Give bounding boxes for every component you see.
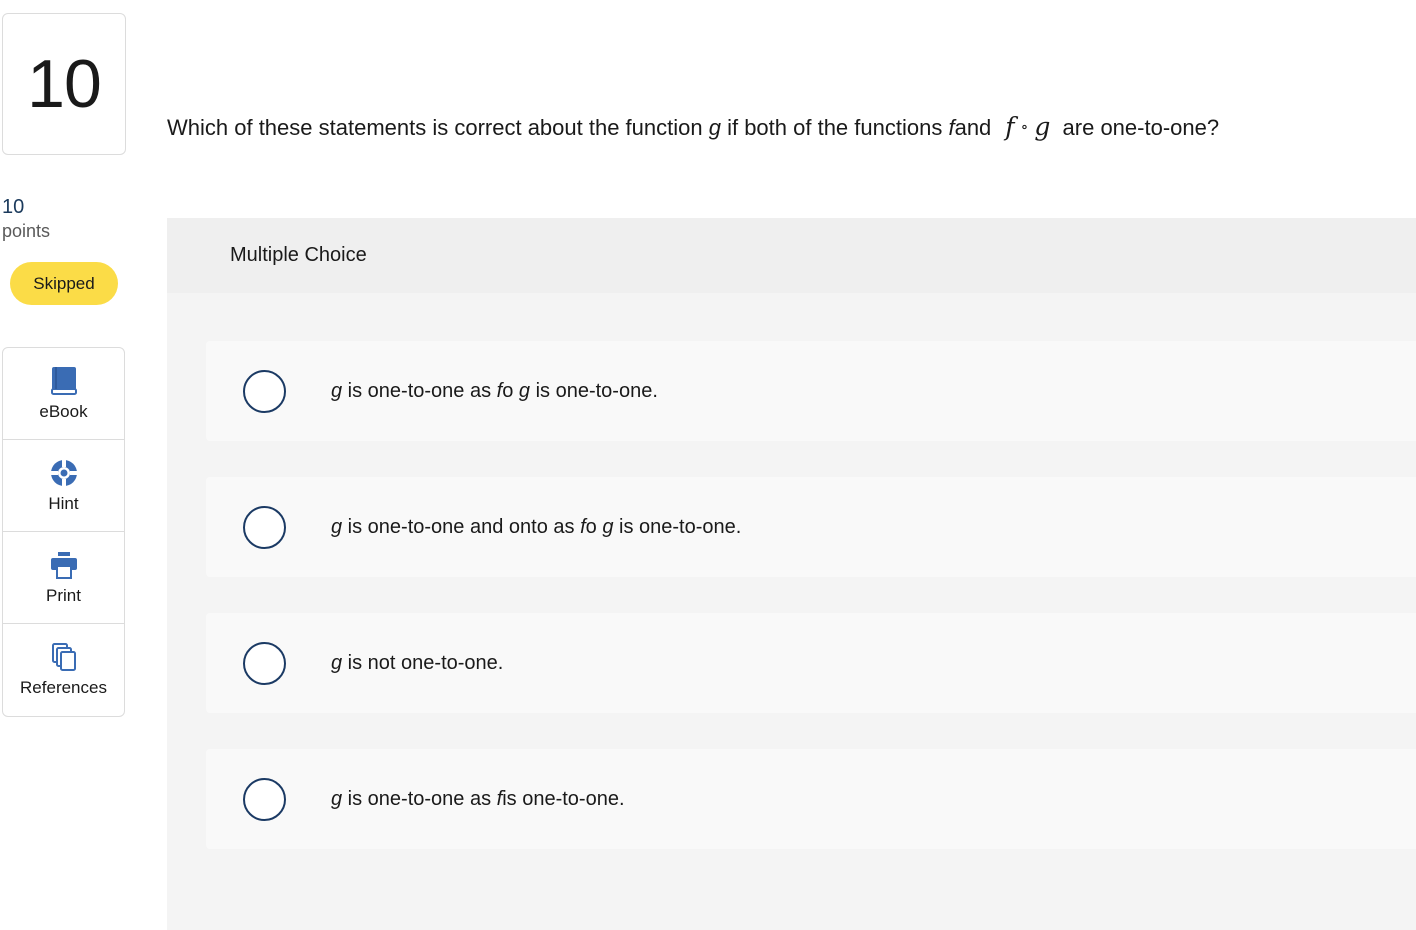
choice-text: g is one-to-one as fo g is one-to-one. xyxy=(331,341,658,441)
composition-operator: o xyxy=(502,379,519,402)
print-label: Print xyxy=(46,585,81,605)
answer-type-header: Multiple Choice xyxy=(167,218,1416,293)
question-number-box: 10 xyxy=(2,13,126,155)
choice-text-part: is one-to-one as xyxy=(342,379,497,402)
choice-text-part: is one-to-one and onto as xyxy=(342,515,581,538)
references-button[interactable]: References xyxy=(3,624,124,716)
choice-option-3[interactable]: g is not one-to-one. xyxy=(206,613,1416,713)
question-text-part: and xyxy=(954,115,992,140)
answer-panel: Multiple Choice g is one-to-one as fo g … xyxy=(167,218,1416,930)
documents-icon xyxy=(49,642,79,672)
var-g: g xyxy=(331,515,343,538)
choice-option-1[interactable]: g is one-to-one as fo g is one-to-one. xyxy=(206,341,1416,441)
radio-button[interactable] xyxy=(243,370,286,413)
choice-option-4[interactable]: g is one-to-one as f is one-to-one. xyxy=(206,749,1416,849)
points-value: 10 xyxy=(2,196,25,218)
choice-option-2[interactable]: g is one-to-one and onto as fo g is one-… xyxy=(206,477,1416,577)
var-g: g xyxy=(331,787,343,810)
lifebuoy-icon xyxy=(49,458,79,488)
choice-text-part: is one-to-one. xyxy=(502,787,625,810)
book-icon xyxy=(49,366,79,396)
question-text-part: are one-to-one? xyxy=(1056,115,1220,140)
composition-expression: f ∘ g xyxy=(1005,112,1050,141)
choice-text-part: is one-to-one. xyxy=(530,379,658,402)
expr-g: g xyxy=(1034,112,1051,141)
question-number: 10 xyxy=(27,46,102,122)
radio-button[interactable] xyxy=(243,778,286,821)
points-label: points xyxy=(2,221,51,241)
ebook-label: eBook xyxy=(39,401,88,421)
choice-text-part: is not one-to-one. xyxy=(342,651,504,674)
question-page: 10 10 points Skipped eBook Hint Print Re… xyxy=(0,0,1416,930)
var-g: g xyxy=(518,379,531,402)
choice-text-part: is one-to-one. xyxy=(613,515,742,538)
hint-label: Hint xyxy=(48,493,79,513)
print-button[interactable]: Print xyxy=(3,532,124,624)
radio-button[interactable] xyxy=(243,506,286,549)
question-text-part: Which of these statements is correct abo… xyxy=(167,115,709,140)
var-g: g xyxy=(331,651,343,674)
var-g: g xyxy=(602,515,614,538)
tools-panel: eBook Hint Print References xyxy=(2,347,125,717)
status-badge: Skipped xyxy=(10,262,118,305)
expr-f: f xyxy=(1005,112,1015,141)
printer-icon xyxy=(49,550,79,580)
hint-button[interactable]: Hint xyxy=(3,440,124,532)
ebook-button[interactable]: eBook xyxy=(3,348,124,440)
choice-text: g is one-to-one and onto as fo g is one-… xyxy=(331,477,741,577)
var-g: g xyxy=(708,115,721,140)
choice-text: g is one-to-one as f is one-to-one. xyxy=(331,749,625,849)
question-text-part: if both of the functions xyxy=(720,115,949,140)
choice-text: g is not one-to-one. xyxy=(331,613,503,713)
var-g: g xyxy=(331,379,343,402)
composition-operator: o xyxy=(585,515,603,538)
references-label: References xyxy=(20,678,107,697)
composition-operator: ∘ xyxy=(1020,117,1029,136)
question-text: Which of these statements is correct abo… xyxy=(167,112,1219,141)
radio-button[interactable] xyxy=(243,642,286,685)
choice-text-part: is one-to-one as xyxy=(342,787,497,810)
